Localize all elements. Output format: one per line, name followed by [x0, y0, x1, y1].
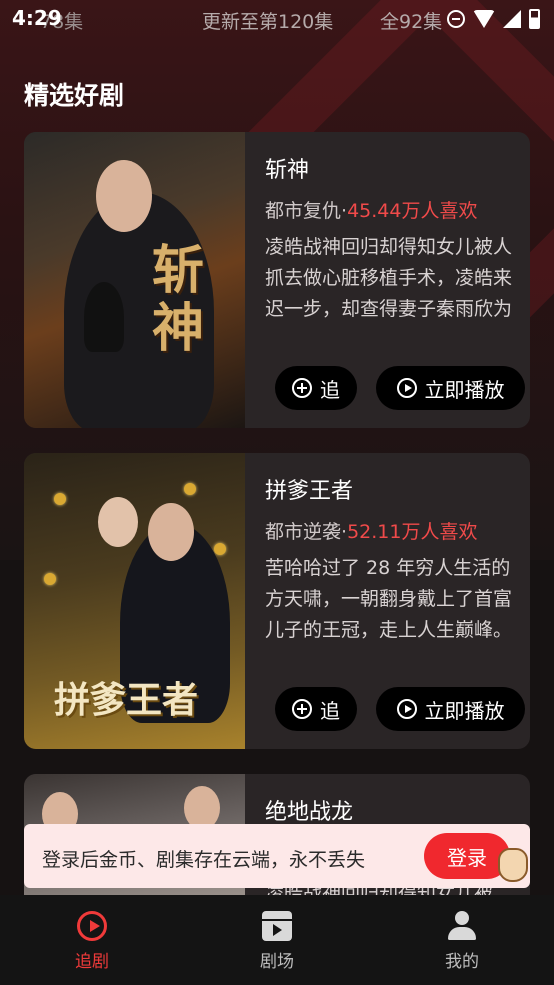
plus-circle-icon: [292, 699, 312, 719]
status-icons: [447, 9, 540, 29]
drama-title: 斩神: [265, 158, 310, 183]
poster-face-2: [98, 497, 138, 547]
follow-label: 追: [320, 377, 340, 402]
follow-play-icon: [77, 911, 107, 941]
play-circle-icon: [396, 699, 417, 719]
play-now-button[interactable]: 立即播放: [376, 687, 525, 731]
drama-genre: 都市逆袭: [265, 521, 342, 543]
drama-meta: 都市复仇·45.44万人喜欢: [265, 196, 477, 223]
bottom-nav: 追剧 剧场 我的: [0, 895, 554, 985]
poster-face: [148, 503, 194, 561]
login-button[interactable]: 登录: [424, 833, 510, 879]
poster-title-art: 拼爹王者: [54, 679, 199, 721]
nav-label: 剧场: [260, 952, 294, 972]
login-banner-text: 登录后金币、剧集存在云端，永不丢失: [42, 849, 366, 871]
section-title: 精选好剧: [24, 81, 125, 110]
drama-likes: 52.11万人喜欢: [347, 521, 478, 543]
status-overlap-center: 更新至第120集: [202, 11, 334, 33]
drama-poster[interactable]: 拼爹王者: [24, 453, 245, 749]
follow-label: 追: [320, 698, 340, 723]
poster-face: [96, 160, 152, 232]
nav-item-follow[interactable]: 追剧: [52, 911, 132, 972]
drama-description: 凌皓战神回归却得知女儿被人抓去做心脏移植手术，凌皓来迟一步，却查得妻子秦雨欣为求…: [265, 236, 513, 320]
drama-genre: 都市复仇: [265, 200, 342, 222]
poster-coin: [214, 543, 226, 555]
drama-title: 绝地战龙: [265, 800, 354, 825]
drama-card[interactable]: 拼爹王者 拼爹王者 都市逆袭·52.11万人喜欢 苦哈哈过了 28 年穷人生活的…: [24, 453, 530, 749]
follow-button[interactable]: 追: [275, 687, 357, 731]
wifi-icon: [473, 10, 495, 28]
play-circle-icon: [396, 378, 417, 398]
pointing-hand-icon: [498, 848, 528, 882]
nav-label: 追剧: [75, 952, 109, 972]
follow-button[interactable]: 追: [275, 366, 357, 410]
drama-likes: 45.44万人喜欢: [347, 200, 478, 222]
play-label: 立即播放: [424, 698, 505, 723]
drama-title: 拼爹王者: [265, 479, 354, 504]
drama-description: 苦哈哈过了 28 年穷人生活的方天啸，一朝翻身戴上了首富儿子的王冠，走上人生巅峰…: [265, 557, 513, 641]
poster-coin: [54, 493, 66, 505]
drama-card[interactable]: 斩神 斩神 都市复仇·45.44万人喜欢 凌皓战神回归却得知女儿被人抓去做心脏移…: [24, 132, 530, 428]
poster-coin: [184, 483, 196, 495]
poster-title-art: 斩神: [152, 240, 205, 359]
play-label: 立即播放: [424, 377, 505, 402]
play-now-button[interactable]: 立即播放: [376, 366, 525, 410]
nav-label: 我的: [445, 952, 479, 972]
drama-info: 斩神 都市复仇·45.44万人喜欢 凌皓战神回归却得知女儿被人抓去做心脏移植手术…: [265, 132, 530, 428]
plus-circle-icon: [292, 378, 312, 398]
status-time: 4:29: [12, 6, 62, 30]
signal-icon: [503, 10, 521, 28]
nav-item-theater[interactable]: 剧场: [237, 911, 317, 972]
drama-poster[interactable]: 斩神: [24, 132, 245, 428]
poster-figure-small: [84, 282, 124, 352]
dnd-icon: [447, 10, 465, 28]
drama-info: 拼爹王者 都市逆袭·52.11万人喜欢 苦哈哈过了 28 年穷人生活的方天啸，一…: [265, 453, 530, 749]
login-banner[interactable]: 登录后金币、剧集存在云端，永不丢失 登录: [24, 824, 530, 888]
theater-icon: [262, 911, 292, 941]
user-icon: [447, 911, 477, 941]
nav-item-mine[interactable]: 我的: [422, 911, 502, 972]
status-overlap-right: 全92集: [380, 11, 443, 33]
battery-icon: [529, 9, 540, 29]
status-bar: 78集 4:29 更新至第120集 全92集: [0, 0, 554, 38]
poster-coin: [44, 573, 56, 585]
drama-meta: 都市逆袭·52.11万人喜欢: [265, 517, 477, 544]
